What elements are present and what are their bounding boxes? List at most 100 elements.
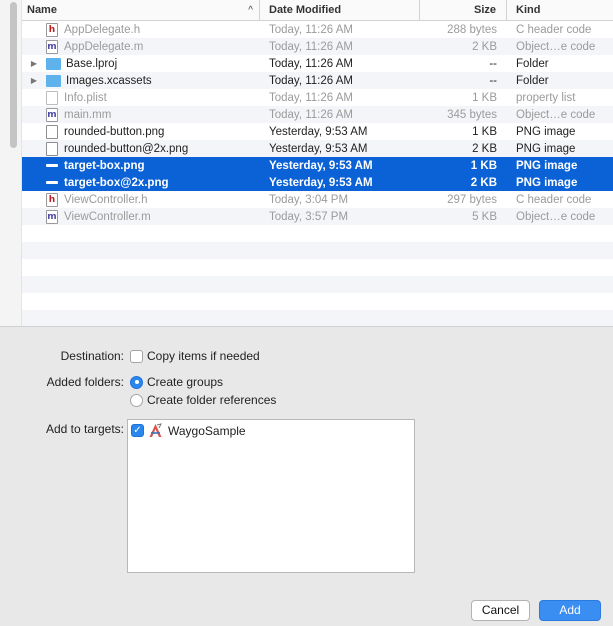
disclosure-spacer: ▶ — [22, 178, 46, 187]
file-size: 297 bytes — [447, 193, 497, 206]
disclosure-spacer: ▶ — [22, 93, 46, 102]
file-name-cell: ▶ rounded-button@2x.png — [22, 141, 260, 156]
targets-list: ✓ WaygoSample — [127, 419, 415, 573]
create-folder-references-option[interactable]: Create folder references — [130, 393, 276, 407]
destination-label: Destination: — [60, 349, 124, 363]
copy-items-checkbox[interactable] — [130, 349, 143, 363]
file-kind: C header code — [516, 23, 592, 36]
file-kind: Object…e code — [516, 108, 596, 121]
file-name: Base.lproj — [66, 57, 118, 70]
folder-icon — [46, 57, 61, 70]
file-kind: PNG image — [516, 159, 578, 172]
column-name-label: Name — [27, 4, 57, 16]
file-date: Yesterday, 9:53 AM — [269, 125, 368, 138]
app-target-icon — [148, 423, 163, 438]
add-files-options-panel: Destination: Copy items if needed Added … — [0, 326, 613, 626]
file-list: ▶hAppDelegate.hToday, 11:26 AM288 bytesC… — [22, 21, 613, 327]
file-row[interactable]: ▶ target-box.png Yesterday, 9:53 AM 1 KB PNG… — [22, 157, 613, 174]
copy-items-option[interactable]: Copy items if needed — [130, 349, 260, 363]
file-name-cell: ▶ rounded-button.png — [22, 124, 260, 139]
scrollbar-thumb[interactable] — [10, 2, 17, 148]
empty-row — [22, 293, 613, 310]
file-row[interactable]: ▶ rounded-button@2x.png Yesterday, 9:53 AM… — [22, 140, 613, 157]
create-folder-references-label: Create folder references — [147, 393, 277, 407]
file-date: Yesterday, 9:53 AM — [269, 176, 373, 189]
create-folder-references-radio[interactable] — [130, 393, 143, 407]
file-size: 2 KB — [472, 142, 497, 155]
target-row-waygosample[interactable]: ✓ WaygoSample — [131, 423, 246, 438]
column-header-kind[interactable]: Kind — [507, 0, 613, 21]
file-name: ViewController.m — [64, 210, 151, 223]
column-size-label: Size — [473, 4, 496, 16]
empty-row — [22, 242, 613, 259]
file-row[interactable]: ▶h ViewController.h Today, 3:04 PM 297 byte… — [22, 191, 613, 208]
file-date: Yesterday, 9:53 AM — [269, 142, 368, 155]
file-name-cell: ▶m ViewController.m — [22, 209, 260, 224]
file-name-cell: ▶ Base.lproj — [22, 57, 260, 70]
file-kind: property list — [516, 91, 576, 104]
m-file-icon: m — [46, 107, 58, 122]
file-date: Today, 11:26 AM — [269, 40, 353, 53]
file-kind: Folder — [516, 57, 549, 70]
column-header-date[interactable]: Date Modified — [260, 0, 420, 21]
file-date: Yesterday, 9:53 AM — [269, 159, 373, 172]
png-file-icon — [46, 164, 58, 167]
disclosure-spacer: ▶ — [22, 161, 46, 170]
disclosure-spacer: ▶ — [22, 127, 46, 136]
file-row[interactable]: ▶ Images.xcassets Today, 11:26 AM -- Folder — [22, 72, 613, 89]
target-checkbox[interactable]: ✓ — [131, 424, 144, 437]
file-row[interactable]: ▶ Base.lproj Today, 11:26 AM -- Folder — [22, 55, 613, 72]
file-row[interactable]: ▶ target-box@2x.png Yesterday, 9:53 AM 2 KB… — [22, 174, 613, 191]
file-row[interactable]: ▶ Info.plist Today, 11:26 AM 1 KB property l… — [22, 89, 613, 106]
disclosure-triangle-icon[interactable]: ▶ — [22, 76, 46, 85]
file-size: -- — [489, 74, 497, 87]
file-kind: Object…e code — [516, 210, 596, 223]
file-name-cell: ▶ target-box.png — [22, 160, 260, 172]
file-row[interactable]: ▶m AppDelegate.m Today, 11:26 AM 2 KB Object… — [22, 38, 613, 55]
sort-ascending-icon: ^ — [248, 5, 253, 16]
create-groups-option[interactable]: Create groups — [130, 375, 223, 389]
file-name: rounded-button@2x.png — [64, 142, 189, 155]
column-header: Name ^ Date Modified Size Kind — [22, 0, 613, 21]
file-size: 2 KB — [472, 40, 497, 53]
add-button[interactable]: Add — [539, 600, 601, 621]
column-header-name[interactable]: Name ^ — [22, 0, 260, 21]
file-size: 2 KB — [470, 176, 497, 189]
target-name: WaygoSample — [168, 423, 246, 438]
file-date: Today, 11:26 AM — [269, 74, 353, 87]
h-file-icon: h — [46, 192, 58, 207]
file-date: Today, 11:26 AM — [269, 57, 353, 70]
empty-row — [22, 225, 613, 242]
file-name-cell: ▶h AppDelegate.h — [22, 22, 260, 37]
file-row[interactable]: ▶ rounded-button.png Yesterday, 9:53 AM 1 K… — [22, 123, 613, 140]
file-name: Images.xcassets — [66, 74, 152, 87]
png-file-icon — [46, 141, 58, 156]
file-row[interactable]: ▶h AppDelegate.h Today, 11:26 AM 288 bytes C… — [22, 21, 613, 38]
m-file-icon: m — [46, 209, 58, 224]
file-row[interactable]: ▶m ViewController.m Today, 3:57 PM 5 KB Obje… — [22, 208, 613, 225]
file-name: rounded-button.png — [64, 125, 165, 138]
column-kind-label: Kind — [516, 4, 541, 16]
file-size: 1 KB — [470, 159, 497, 172]
file-name-cell: ▶ Info.plist — [22, 90, 260, 105]
disclosure-spacer: ▶ — [22, 42, 46, 51]
vertical-scrollbar[interactable] — [0, 0, 22, 326]
file-name: Info.plist — [64, 91, 107, 104]
disclosure-spacer: ▶ — [22, 25, 46, 34]
file-name-cell: ▶ target-box@2x.png — [22, 177, 260, 189]
column-header-size[interactable]: Size — [420, 0, 507, 21]
file-date: Today, 3:04 PM — [269, 193, 349, 206]
create-groups-label: Create groups — [147, 375, 224, 389]
create-groups-radio[interactable] — [130, 375, 143, 389]
file-date: Today, 11:26 AM — [269, 91, 353, 104]
cancel-button[interactable]: Cancel — [471, 600, 530, 621]
disclosure-triangle-icon[interactable]: ▶ — [22, 59, 46, 68]
disclosure-spacer: ▶ — [22, 212, 46, 221]
file-kind: Folder — [516, 74, 549, 87]
file-row[interactable]: ▶m main.mm Today, 11:26 AM 345 bytes Object…… — [22, 106, 613, 123]
file-date: Today, 11:26 AM — [269, 108, 353, 121]
folder-icon — [46, 74, 61, 87]
copy-items-label: Copy items if needed — [147, 349, 260, 363]
file-size: 1 KB — [472, 91, 497, 104]
file-size: -- — [489, 57, 497, 70]
